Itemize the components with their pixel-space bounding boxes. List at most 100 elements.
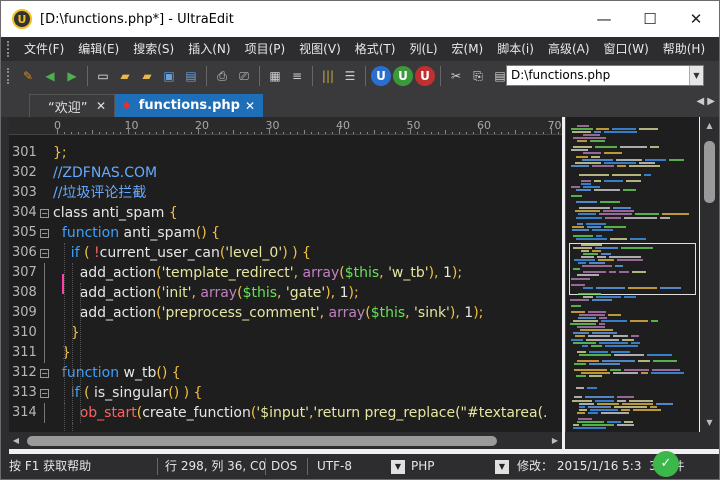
line-number-gutter[interactable]: 301 302 303 304−305−306−307 308 309 310 311 312−… [9,135,49,432]
ue-icon[interactable]: U [371,66,391,86]
menu-item-1[interactable]: 编辑(E) [71,37,126,61]
code-line[interactable]: } [53,323,80,343]
horizontal-scrollbar[interactable]: ◀ ▶ [9,432,562,449]
code-token: array [200,285,238,301]
menu-item-9[interactable]: 脚本(i) [490,37,541,61]
chevron-down-icon[interactable]: ▼ [689,66,703,85]
code-token: create_function [142,405,251,421]
code-token: is_singular [94,385,169,401]
ruler-tick [444,130,446,134]
menu-item-4[interactable]: 项目(P) [238,37,293,61]
menu-item-3[interactable]: 插入(N) [181,37,237,61]
path-select[interactable]: D:\functions.php ▼ [506,65,704,86]
new-file-icon[interactable]: ▭ [93,66,113,86]
uc-icon[interactable]: U [393,66,413,86]
code-line[interactable]: ob_start(create_function('$input','retur… [53,403,548,423]
minimap-line [572,225,584,228]
scroll-thumb[interactable] [704,141,715,203]
code-line[interactable]: //ZDFNAS.COM [53,163,157,183]
copy-icon[interactable]: ⎘ [468,66,488,86]
scroll-right-icon[interactable]: ▶ [548,432,562,449]
print-preview-icon[interactable]: ⎚ [234,66,254,86]
menu-item-6[interactable]: 格式(T) [348,37,403,61]
fold-toggle-icon[interactable]: − [40,369,49,378]
status-syntax[interactable]: PHP [411,454,435,479]
minimap-line [599,323,605,326]
wordwrap-icon[interactable]: ☰ [340,66,360,86]
code-line[interactable]: if ( is_singular() ) { [53,383,203,403]
save-icon[interactable]: ▣ [159,66,179,86]
properties-icon[interactable]: ▦ [265,66,285,86]
minimap-line [592,250,601,253]
code-area[interactable]: };//ZDFNAS.COM//垃圾评论拦截 class anti_spam { … [53,135,562,432]
columns-icon[interactable]: ||| [318,66,338,86]
code-line[interactable]: class anti_spam { [53,203,178,223]
folder-icon[interactable]: ▰ [137,66,157,86]
code-line[interactable]: } [53,343,71,363]
scroll-up-icon[interactable]: ▲ [700,119,719,133]
us-icon[interactable]: U [415,66,435,86]
code-line[interactable]: add_action('preprocess_comment', array($… [53,303,484,323]
scroll-thumb[interactable] [27,436,497,446]
minimap-line [576,155,588,158]
vertical-scrollbar[interactable]: ▲ ▼ [700,117,719,432]
fold-toggle-icon[interactable]: − [40,249,49,258]
tab-welcome[interactable]: “欢迎” ✕ [29,94,115,117]
line-number: 303 [12,185,37,200]
code-line[interactable]: add_action('init', array($this, 'gate'),… [53,283,359,303]
code-line[interactable]: if ( !current_user_can('level_0') ) { [53,243,311,263]
ue-logo-icon[interactable]: U [12,9,32,29]
minimap-line [571,164,589,167]
menu-item-11[interactable]: 窗口(W) [597,37,656,61]
code-line[interactable]: //垃圾评论拦截 [53,183,146,203]
grip-handle[interactable] [7,68,13,84]
scroll-down-icon[interactable]: ▼ [700,416,719,430]
minimap[interactable] [565,117,699,432]
menu-item-12[interactable]: 帮助(H) [656,37,712,61]
hex-icon[interactable]: ≡ [287,66,307,86]
fold-toggle-icon[interactable]: − [40,229,49,238]
code-line[interactable]: add_action('template_redirect', array($t… [53,263,462,283]
ruler-tick [92,130,94,134]
menu-item-0[interactable]: 文件(F) [17,37,71,61]
menu-item-8[interactable]: 宏(M) [445,37,491,61]
dropper-icon[interactable]: ✎ [18,66,38,86]
tab-functions-php[interactable]: ◆ functions.php ✕ [115,94,263,117]
chevron-down-icon[interactable]: ▼ [391,460,405,474]
scroll-left-icon[interactable]: ◀ [9,432,23,449]
code-line[interactable]: function anti_spam() { [53,223,220,243]
status-line-ending[interactable]: DOS [271,454,297,479]
tab-scroll-arrows-icon[interactable]: ◀ ▶ [696,96,715,107]
minimap-line [603,210,634,213]
minimize-button[interactable]: — [581,1,627,37]
status-encoding[interactable]: UTF-8 [317,454,352,479]
code-line[interactable]: }; [53,143,67,163]
status-position[interactable]: 行 298, 列 36, C0 [165,454,266,479]
menu-bar: 文件(F) 编辑(E) 搜索(S) 插入(N) 项目(P) 视图(V) 格式(T) 列(L) 宏… [1,37,719,61]
minimap-line [650,405,657,408]
menu-item-7[interactable]: 列(L) [402,37,444,61]
cut-icon[interactable]: ✂ [446,66,466,86]
menu-item-10[interactable]: 高级(A) [541,37,597,61]
grip-handle[interactable] [7,41,13,57]
close-icon[interactable]: ✕ [245,99,255,113]
ruler-tick [141,132,143,134]
chevron-down-icon[interactable]: ▼ [495,460,509,474]
minimap-line [572,131,591,134]
code-editor[interactable]: 0 10 20 30 40 50 60 70 301 302 303 304−305−306−307… [9,117,566,432]
back-arrow-icon[interactable]: ◀ [40,66,60,86]
minimap-line [629,164,660,167]
open-folder-icon[interactable]: ▰ [115,66,135,86]
close-button[interactable]: ✕ [673,1,719,37]
minimap-scrollbar[interactable] [565,432,719,449]
forward-arrow-icon[interactable]: ▶ [62,66,82,86]
maximize-button[interactable]: ☐ [627,1,673,37]
fold-toggle-icon[interactable]: − [40,389,49,398]
print-icon[interactable]: ⎙ [212,66,232,86]
fold-toggle-icon[interactable]: − [40,209,49,218]
save-all-icon[interactable]: ▤ [181,66,201,86]
menu-item-2[interactable]: 搜索(S) [126,37,181,61]
menu-item-5[interactable]: 视图(V) [292,37,348,61]
close-icon[interactable]: ✕ [96,99,106,113]
